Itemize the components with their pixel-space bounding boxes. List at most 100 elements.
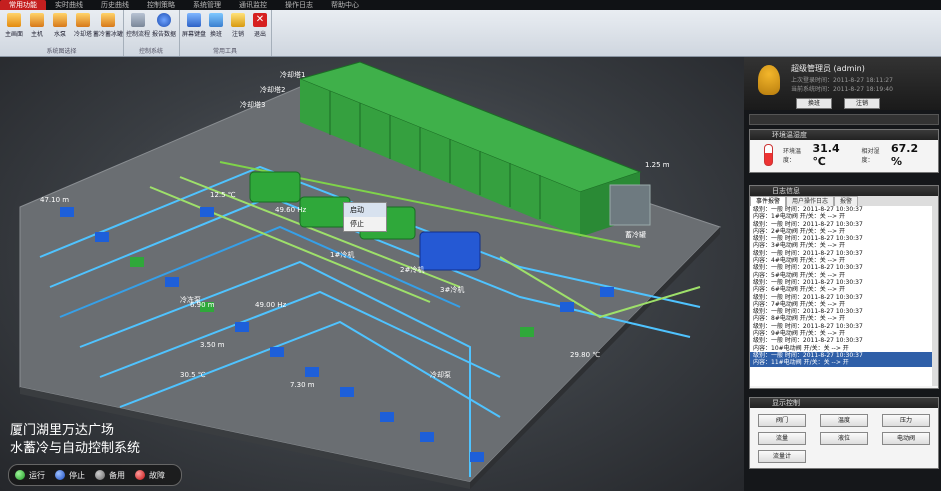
chiller-icon [30, 13, 44, 27]
ribbon-group-tools: 屏幕键盘 换班 注销 ✕ 退出 常用工具 [179, 10, 272, 56]
log-line[interactable]: 级别：一般 时间：2011-8-27 10:30:37 [750, 264, 938, 271]
env-humidity-value: 67.2 % [890, 142, 919, 168]
log-scrollbar[interactable] [932, 206, 938, 386]
screen-keyboard-button[interactable]: 屏幕键盘 [182, 13, 206, 45]
tab-user-op-log[interactable]: 用户操作日志 [786, 196, 835, 206]
ribbon-group-control: 控制流程 报告数据 控制系统 [123, 10, 180, 56]
cooling-tower-view-button[interactable]: 冷却塔 [72, 13, 94, 45]
log-line[interactable]: 内容：10#电动阀 开/关：关 --> 开 [750, 345, 938, 352]
toggle-motor-valve-button[interactable]: 电动阀 [882, 432, 930, 445]
legend-fault: 故障 [135, 470, 165, 481]
control-flow-button[interactable]: 控制流程 [126, 13, 150, 45]
reading-level-5: 3.50 m [200, 341, 225, 349]
tag-chiller-2: 2#冷机 [400, 265, 424, 274]
toggle-pressure-button[interactable]: 压力 [882, 414, 930, 427]
tag-storage-tank: 蓄冷罐 [625, 230, 646, 239]
wrench-icon [131, 13, 145, 27]
menu-control-strategy[interactable]: 控制策略 [138, 0, 184, 10]
reading-level-4: 1.25 m [645, 161, 670, 169]
toggle-valve-button[interactable]: 阀门 [758, 414, 806, 427]
log-line-selected[interactable]: 内容：11#电动阀 开/关：关 --> 开 [750, 359, 938, 367]
ribbon-group-system-view: 主画面 主机 水泵 冷却塔 蓄冷蓄冰罐 系统图选择 [0, 10, 124, 56]
display-control-buttons: 阀门 温度 压力 流量 液位 电动阀 流量计 [750, 408, 938, 469]
menu-help[interactable]: 帮助中心 [322, 0, 368, 10]
reading-temp-3: 29.80 ℃ [570, 351, 600, 359]
log-header: 日志信息 [750, 186, 938, 196]
context-stop[interactable]: 停止 [344, 217, 386, 231]
context-menu: 启动 停止 [343, 202, 387, 232]
log-line[interactable]: 级别：一般 时间：2011-8-27 10:30:37 [750, 323, 938, 330]
tank-icon [101, 13, 115, 27]
tag-tower-1: 冷却塔1 [280, 70, 305, 79]
logout-button[interactable]: 注销 [227, 13, 249, 45]
context-start[interactable]: 启动 [344, 203, 386, 217]
legend-standby: 备用 [95, 470, 125, 481]
env-header: 环境温湿度 [750, 130, 938, 140]
tag-chiller-1: 1#冷机 [330, 250, 354, 259]
log-tabs: 事件报警 用户操作日志 报警 [750, 196, 938, 206]
env-section: 环境温湿度 环境温度： 31.4 ℃ 相对湿度： 67.2 % [749, 129, 939, 173]
log-line[interactable]: 内容：8#电动阀 开/关：关 --> 开 [750, 315, 938, 322]
ribbon-toolbar: 主画面 主机 水泵 冷却塔 蓄冷蓄冰罐 系统图选择 控制流程 报告数据 控制系统… [0, 10, 941, 57]
log-line[interactable]: 级别：一般 时间：2011-8-27 10:30:37 [750, 221, 938, 228]
log-line[interactable]: 级别：一般 时间：2011-8-27 10:30:37 [750, 337, 938, 344]
reading-level-3: 7.30 m [290, 381, 315, 389]
tab-alarm[interactable]: 报警 [834, 196, 859, 206]
chiller-view-button[interactable]: 主机 [26, 13, 48, 45]
switch-shift-button[interactable]: 换班 [796, 98, 832, 109]
report-data-button[interactable]: 报告数据 [152, 13, 176, 45]
menu-realtime-curve[interactable]: 实时曲线 [46, 0, 92, 10]
log-line[interactable]: 内容：6#电动阀 开/关：关 --> 开 [750, 286, 938, 293]
reading-freq-2: 49.00 Hz [255, 301, 287, 309]
plant-scene-view[interactable]: 47.10 m 49.60 Hz 6.90 m 7.30 m 30.5 ℃ 12… [0, 57, 744, 491]
toggle-flow-button[interactable]: 流量 [758, 432, 806, 445]
users-icon [209, 13, 223, 27]
env-readings: 环境温度： 31.4 ℃ 相对湿度： 67.2 % [750, 140, 938, 170]
pump-icon [53, 13, 67, 27]
log-line[interactable]: 内容：3#电动阀 开/关：关 --> 开 [750, 242, 938, 249]
toggle-temperature-button[interactable]: 温度 [820, 414, 868, 427]
tag-chilled-pump: 冷冻泵 [180, 295, 201, 304]
menu-common[interactable]: 常用功能 [0, 0, 46, 10]
chiller-stopped [419, 231, 481, 271]
toggle-level-button[interactable]: 液位 [820, 432, 868, 445]
red-dot-icon [135, 470, 145, 480]
user-name: 超级管理员 (admin) [791, 64, 865, 73]
blue-dot-icon [55, 470, 65, 480]
menu-system-manage[interactable]: 系统管理 [184, 0, 230, 10]
log-line[interactable]: 内容：5#电动阀 开/关：关 --> 开 [750, 272, 938, 279]
user-logout-button[interactable]: 注销 [844, 98, 880, 109]
pump-view-button[interactable]: 水泵 [49, 13, 71, 45]
reading-freq-1: 49.60 Hz [275, 206, 307, 214]
storage-tank-view-button[interactable]: 蓄冷蓄冰罐 [93, 13, 123, 45]
reading-temp-2: 12.5 ℃ [210, 191, 236, 199]
log-line[interactable]: 内容：1#电动阀 开/关：关 --> 开 [750, 213, 938, 220]
menu-comm-monitor[interactable]: 通讯监控 [230, 0, 276, 10]
tag-chiller-3: 3#冷机 [440, 285, 464, 294]
shift-change-button[interactable]: 换班 [205, 13, 227, 45]
reading-level-1: 47.10 m [40, 196, 69, 204]
log-line[interactable]: 级别：一般 时间：2011-8-27 10:30:37 [750, 250, 938, 257]
keyboard-icon [187, 13, 201, 27]
menu-op-log[interactable]: 操作日志 [276, 0, 322, 10]
menu-history-curve[interactable]: 历史曲线 [92, 0, 138, 10]
reading-temp-1: 30.5 ℃ [180, 371, 206, 379]
last-login-time: 上次登录时间：2011-8-27 18:11:27 [791, 77, 893, 84]
tag-cooling-pump: 冷却泵 [430, 370, 451, 379]
lock-icon [231, 13, 245, 27]
log-section: 日志信息 事件报警 用户操作日志 报警 级别：一般 时间：2011-8-27 1… [749, 185, 939, 389]
log-list[interactable]: 级别：一般 时间：2011-8-27 10:30:37 内容：1#电动阀 开/关… [750, 206, 938, 386]
info-icon [157, 13, 171, 27]
log-line[interactable]: 级别：一般 时间：2011-8-27 10:30:37 [750, 294, 938, 301]
main-view-button[interactable]: 主画面 [3, 13, 25, 45]
exit-button[interactable]: ✕ 退出 [249, 13, 271, 45]
menu-bar: 常用功能 实时曲线 历史曲线 控制策略 系统管理 通讯监控 操作日志 帮助中心 [0, 0, 941, 10]
display-control-section: 显示控制 阀门 温度 压力 流量 液位 电动阀 流量计 [749, 397, 939, 469]
tab-event-alarm[interactable]: 事件报警 [750, 196, 787, 206]
toggle-flowmeter-button[interactable]: 流量计 [758, 450, 806, 463]
tower-icon [76, 13, 90, 27]
gray-dot-icon [95, 470, 105, 480]
monitor-icon [7, 13, 21, 27]
right-panel: 超级管理员 (admin) 上次登录时间：2011-8-27 18:11:27 … [744, 57, 941, 491]
display-control-header: 显示控制 [750, 398, 938, 408]
